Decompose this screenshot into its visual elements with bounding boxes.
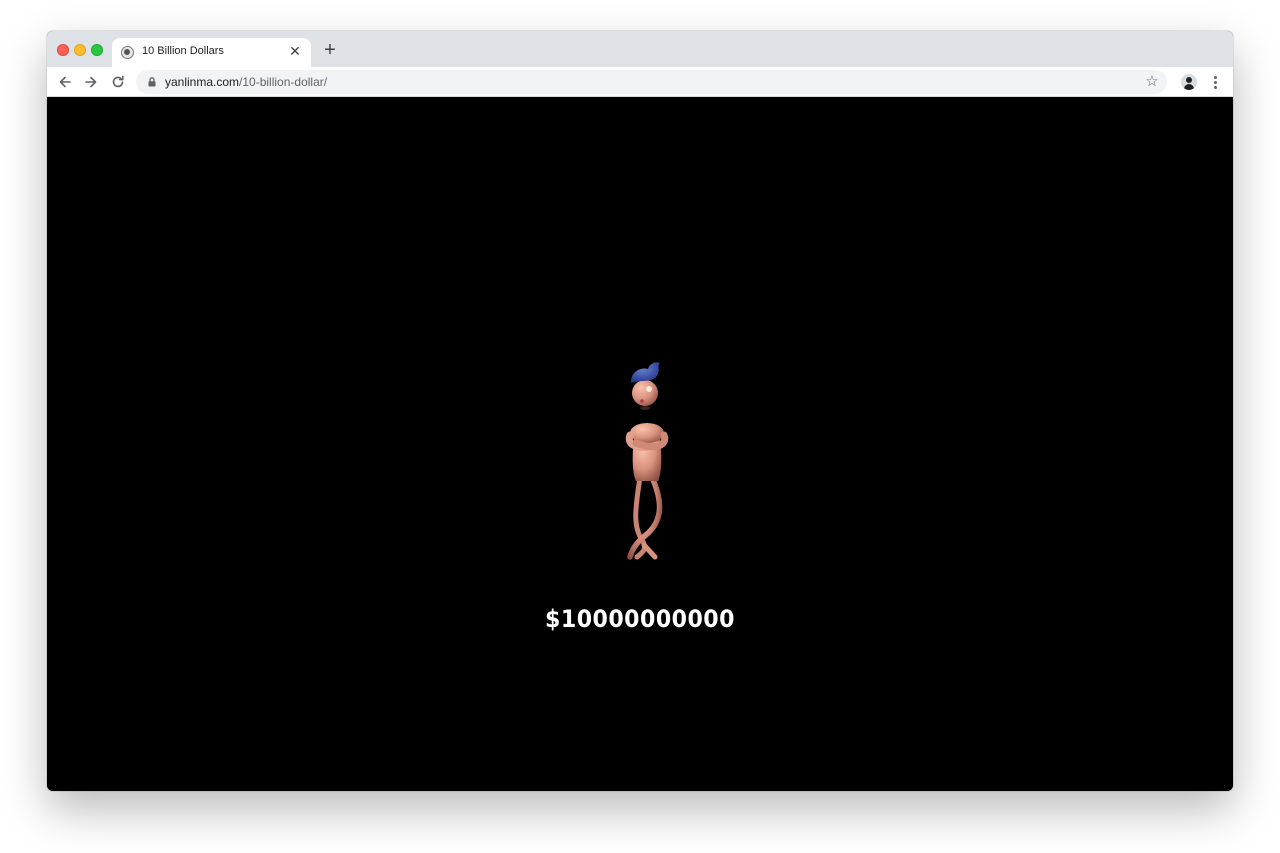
globe-favicon-icon bbox=[121, 46, 134, 59]
url-text[interactable]: yanlinma.com/10-billion-dollar/ bbox=[165, 75, 327, 89]
browser-toolbar: yanlinma.com/10-billion-dollar/ ☆ bbox=[47, 67, 1233, 97]
amount-text: $10000000000 bbox=[545, 605, 735, 633]
star-icon[interactable]: ☆ bbox=[1143, 73, 1161, 91]
url-path: /10-billion-dollar/ bbox=[239, 75, 328, 89]
arrow-right-icon[interactable] bbox=[81, 72, 101, 92]
minimize-window-button[interactable] bbox=[74, 44, 86, 56]
character-image bbox=[625, 362, 669, 560]
kebab-menu-icon[interactable] bbox=[1207, 72, 1223, 92]
close-icon[interactable]: ✕ bbox=[287, 43, 303, 59]
zoom-window-button[interactable] bbox=[91, 44, 103, 56]
address-bar[interactable]: yanlinma.com/10-billion-dollar/ ☆ bbox=[136, 70, 1167, 94]
tab-10-billion-dollars[interactable]: 10 Billion Dollars ✕ bbox=[112, 38, 311, 67]
tab-strip: 10 Billion Dollars ✕ + bbox=[47, 31, 1233, 67]
lock-icon bbox=[148, 77, 156, 87]
plus-icon[interactable]: + bbox=[321, 40, 339, 60]
page-content: $10000000000 bbox=[47, 97, 1233, 791]
url-host: yanlinma.com bbox=[165, 75, 240, 89]
tab-title: 10 Billion Dollars bbox=[142, 45, 224, 57]
avatar-icon[interactable] bbox=[1181, 74, 1197, 90]
reload-icon[interactable] bbox=[108, 72, 128, 92]
arrow-left-icon[interactable] bbox=[55, 72, 75, 92]
browser-window: 10 Billion Dollars ✕ + yanlinma.com/10-b… bbox=[47, 31, 1233, 791]
close-window-button[interactable] bbox=[57, 44, 69, 56]
